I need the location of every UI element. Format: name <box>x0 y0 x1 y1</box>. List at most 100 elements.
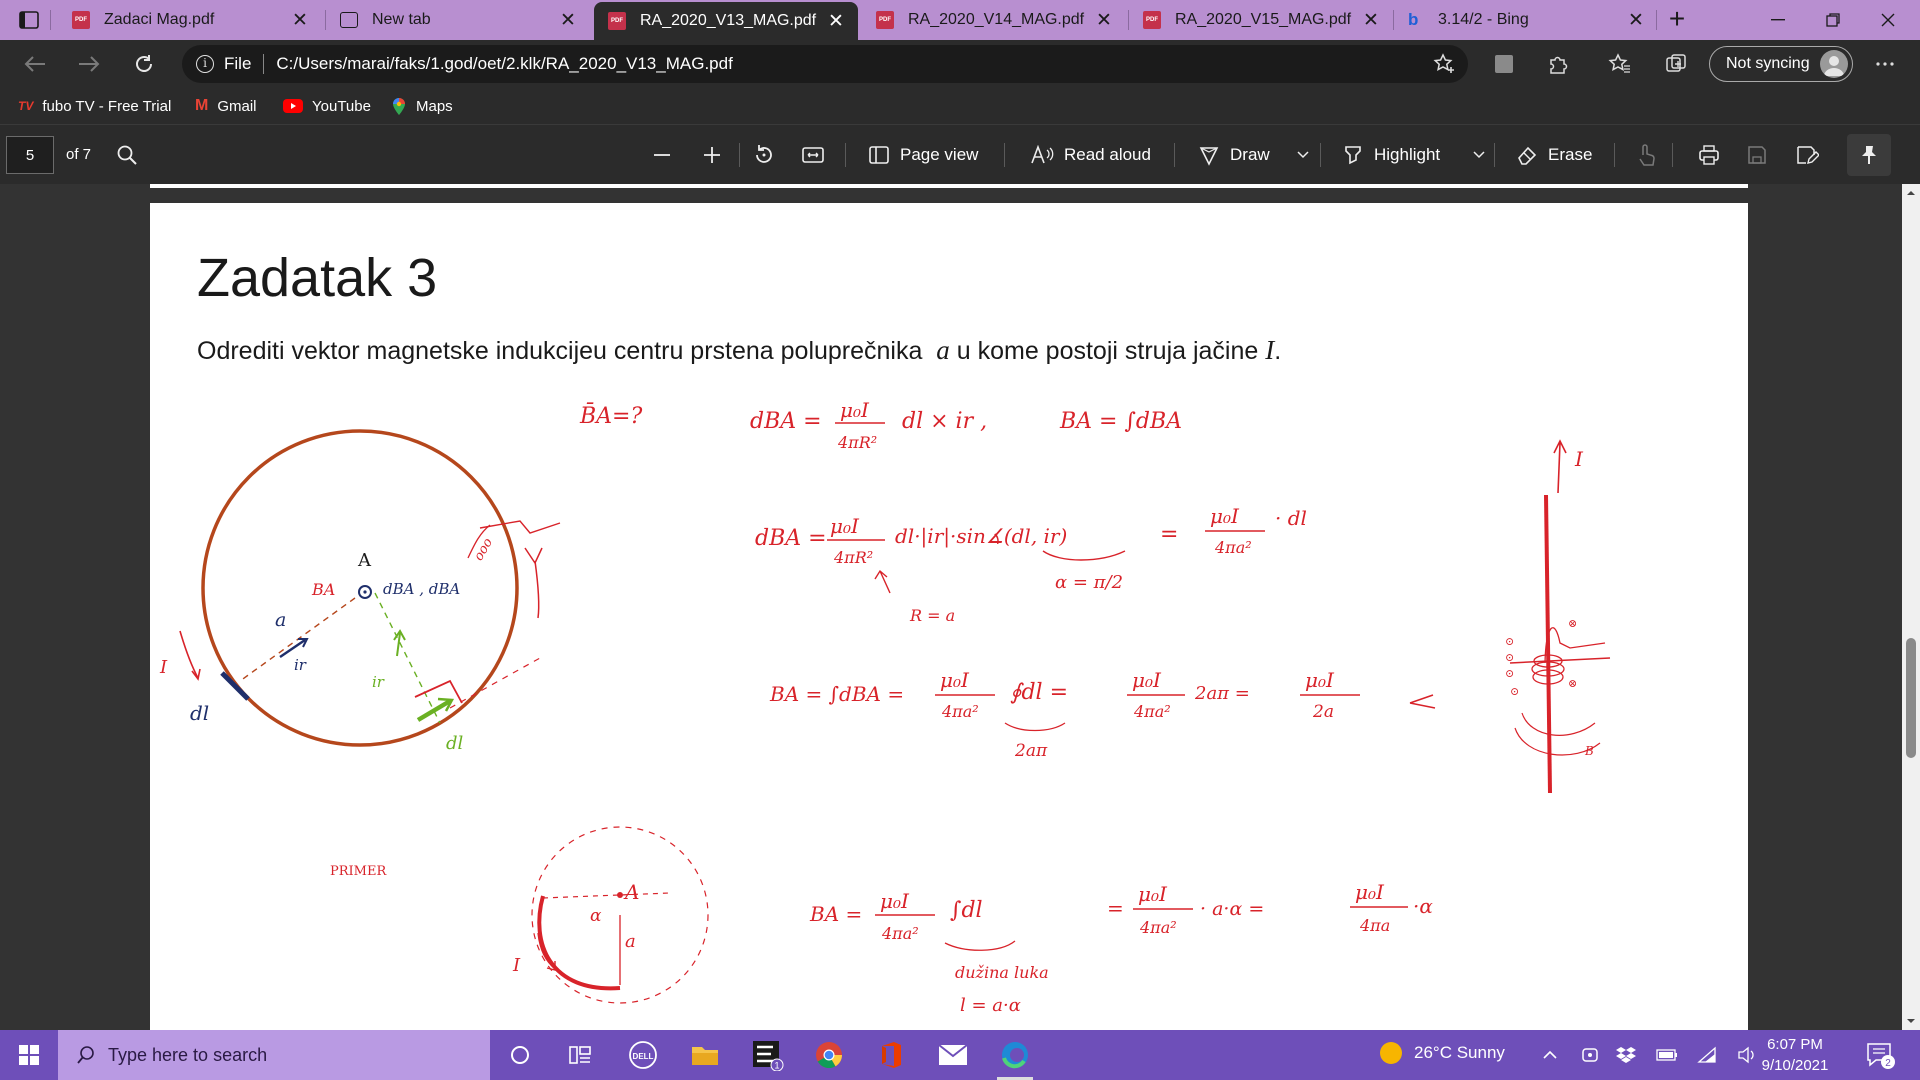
eq4-under-2: l = a·α <box>960 995 1021 1016</box>
start-button[interactable] <box>0 1030 58 1080</box>
pdf-icon: PDF <box>72 11 90 29</box>
eq1-denominator: 4πR² <box>837 433 877 452</box>
dell-app-icon[interactable]: DELL <box>617 1035 669 1075</box>
svg-text:⊙: ⊙ <box>1510 685 1519 698</box>
favorite-youtube[interactable]: YouTube <box>283 96 371 116</box>
scheme-label: File <box>224 54 252 73</box>
tab-ra-2020-v15[interactable]: PDF RA_2020_V15_MAG.pdf ✕ <box>1129 0 1393 40</box>
favorite-maps[interactable]: Maps <box>391 96 453 116</box>
svg-text:⊙: ⊙ <box>1505 635 1514 648</box>
tab-title: New tab <box>372 11 431 28</box>
eq4-integral: ∫dl <box>950 898 983 923</box>
show-hidden-icons-chevron-icon[interactable] <box>1538 1044 1562 1066</box>
scrollbar-thumb[interactable] <box>1906 638 1916 758</box>
office-icon[interactable] <box>865 1035 917 1075</box>
eq3-numerator: μ₀I <box>940 668 970 692</box>
save-as-icon[interactable] <box>1795 139 1819 171</box>
restore-button[interactable] <box>1810 0 1856 40</box>
highlight-button[interactable]: Highlight <box>1342 139 1440 171</box>
eq1-right: dl × ir , <box>902 409 987 434</box>
eq4-equals: = <box>1107 896 1124 920</box>
close-tab-icon[interactable]: ✕ <box>286 9 314 32</box>
tab-zadaci-mag[interactable]: PDF Zadaci Mag.pdf ✕ <box>58 0 322 40</box>
print-icon[interactable] <box>1697 139 1721 171</box>
page-number-input[interactable]: 5 <box>6 136 54 174</box>
draw-options-chevron-icon[interactable] <box>1296 139 1310 171</box>
battery-icon[interactable] <box>1655 1044 1679 1066</box>
extension-icon[interactable] <box>1487 48 1521 80</box>
fit-to-page-icon[interactable] <box>801 139 825 171</box>
chrome-icon[interactable] <box>803 1035 855 1075</box>
radius-line-green <box>374 592 441 724</box>
eq2-right-numerator: μ₀I <box>1210 504 1240 528</box>
read-aloud-button[interactable]: Read aloud <box>1030 139 1151 171</box>
wifi-icon[interactable] <box>1695 1044 1719 1066</box>
collections-icon[interactable] <box>1660 48 1694 80</box>
highlight-options-chevron-icon[interactable] <box>1472 139 1486 171</box>
label-ba: BA <box>311 580 335 599</box>
label-point-a: A <box>357 550 372 571</box>
edge-icon[interactable] <box>989 1035 1041 1080</box>
svg-text:⊙: ⊙ <box>1505 667 1514 680</box>
erase-button[interactable]: Erase <box>1516 139 1592 171</box>
url-text[interactable]: C:/Users/marai/faks/1.god/oet/2.klk/RA_2… <box>276 54 732 74</box>
tab-new-tab[interactable]: New tab ✕ <box>326 0 590 40</box>
pin-toolbar-icon[interactable] <box>1847 134 1891 176</box>
touch-writing-icon[interactable] <box>1635 139 1657 171</box>
vertical-scrollbar[interactable] <box>1902 184 1920 1030</box>
eq3-right-denominator: 2a <box>1312 702 1334 722</box>
more-menu-icon[interactable] <box>1868 48 1902 80</box>
task-view-icon[interactable] <box>554 1035 606 1075</box>
weather-widget[interactable]: 26°C Sunny <box>1380 1042 1505 1064</box>
eq4-numerator-2: μ₀I <box>1138 882 1168 906</box>
find-in-document-icon[interactable] <box>116 139 138 171</box>
add-favorite-icon[interactable] <box>1428 48 1462 80</box>
eq3-denominator: 4πa² <box>941 702 979 721</box>
label-a: a <box>275 609 286 631</box>
mail-icon[interactable] <box>927 1035 979 1075</box>
zoom-in-icon[interactable] <box>702 139 722 171</box>
extensions-puzzle-icon[interactable] <box>1541 48 1575 80</box>
back-button[interactable] <box>18 48 52 80</box>
favorite-fubo-tv[interactable]: TV fubo TV - Free Trial <box>18 96 171 116</box>
refresh-button[interactable] <box>127 48 161 80</box>
new-tab-page-icon <box>340 12 358 28</box>
info-icon[interactable]: i <box>196 55 214 73</box>
dropbox-icon[interactable] <box>1614 1044 1638 1066</box>
notification-center-icon[interactable]: 2 <box>1866 1042 1896 1070</box>
draw-button[interactable]: Draw <box>1198 139 1270 171</box>
favorites-icon[interactable] <box>1603 48 1637 80</box>
minimize-button[interactable] <box>1755 0 1801 40</box>
tab-ra-2020-v14[interactable]: PDF RA_2020_V14_MAG.pdf ✕ <box>862 0 1126 40</box>
tray-app-icon[interactable] <box>1578 1044 1602 1066</box>
close-tab-icon[interactable]: ✕ <box>554 9 582 32</box>
file-explorer-icon[interactable] <box>679 1035 731 1075</box>
cortana-icon[interactable] <box>494 1035 546 1075</box>
close-tab-icon[interactable]: ✕ <box>1622 9 1650 32</box>
close-tab-icon[interactable]: ✕ <box>1357 9 1385 32</box>
label-dl-blue: dl <box>190 701 209 725</box>
system-clock[interactable]: 6:07 PM 9/10/2021 <box>1750 1034 1840 1076</box>
tab-bing[interactable]: b 3.14/2 - Bing ✕ <box>1394 0 1658 40</box>
zoom-out-icon[interactable] <box>652 139 672 171</box>
tab-ra-2020-v13[interactable]: PDF RA_2020_V13_MAG.pdf ✕ <box>594 2 858 40</box>
new-tab-button[interactable]: + <box>1662 5 1692 35</box>
favorite-label: YouTube <box>312 97 371 115</box>
page-view-button[interactable]: Page view <box>868 139 978 171</box>
close-window-button[interactable] <box>1865 0 1911 40</box>
document-viewer[interactable]: Zadatak 3 Odrediti vektor magnetske indu… <box>0 184 1920 1030</box>
label-primer: PRIMER <box>330 864 387 879</box>
save-icon[interactable] <box>1746 139 1768 171</box>
taskbar: Type here to search DELL 1 26°C Sunny 6:… <box>0 1030 1920 1080</box>
taskbar-search-box[interactable]: Type here to search <box>58 1030 490 1080</box>
close-tab-icon[interactable]: ✕ <box>1090 9 1118 32</box>
favorite-gmail[interactable]: M Gmail <box>195 96 257 116</box>
address-bar[interactable]: i File C:/Users/marai/faks/1.god/oet/2.k… <box>182 45 1468 83</box>
app-with-badge-icon[interactable]: 1 <box>741 1035 793 1075</box>
label-current-wire: I <box>1574 447 1584 471</box>
tab-actions-icon[interactable] <box>16 9 42 31</box>
close-tab-icon[interactable]: ✕ <box>822 10 850 33</box>
rotate-icon[interactable] <box>752 139 776 171</box>
profile-sync-button[interactable]: Not syncing <box>1709 46 1853 82</box>
forward-button[interactable] <box>72 48 106 80</box>
